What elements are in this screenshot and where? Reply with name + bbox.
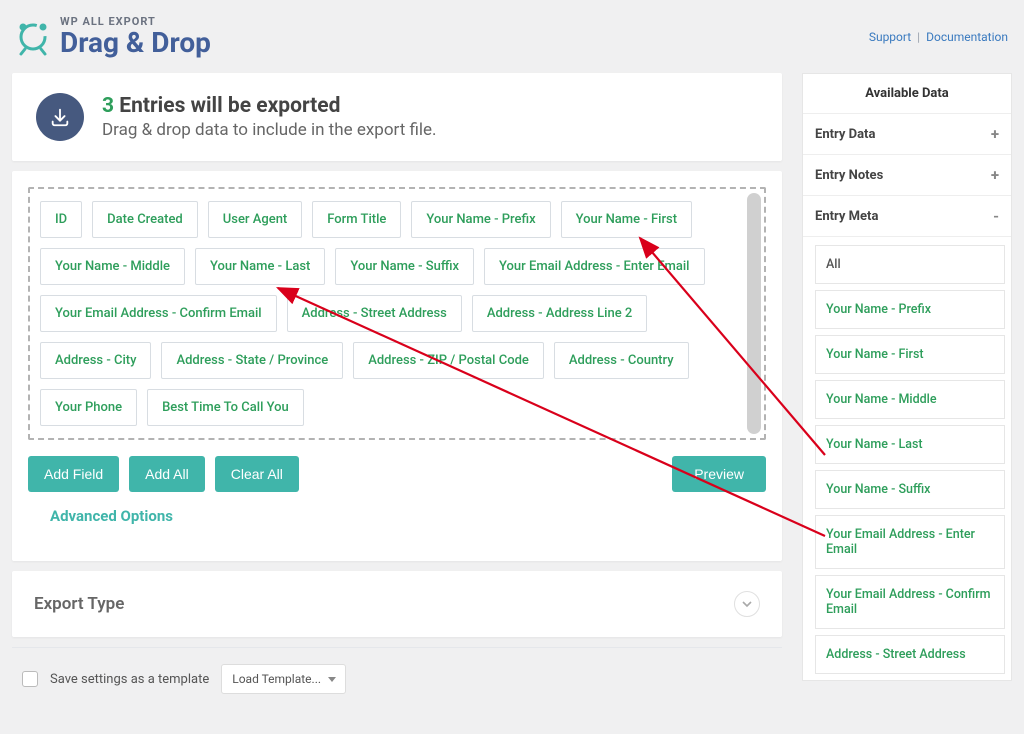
scrollbar[interactable] [747,193,761,434]
header-subtitle: Drag & drop data to include in the expor… [102,120,437,140]
top-links: Support | Documentation [869,30,1008,44]
load-template-select[interactable]: Load Template... [221,664,346,694]
field-chip[interactable]: Your Name - First [561,201,692,238]
drop-zone[interactable]: ID Date Created User AgentForm Title Your N… [28,187,766,440]
field-chip[interactable]: Your Name - Prefix [411,201,550,238]
field-chip[interactable]: Your Email Address - Enter Email [484,248,704,285]
top-bar: WP ALL EXPORT Drag & Drop Support | Docu… [0,0,1024,65]
available-field[interactable]: Your Name - Last [815,425,1005,464]
app-title: Drag & Drop [60,29,211,57]
available-field[interactable]: Your Name - Prefix [815,290,1005,329]
support-link[interactable]: Support [869,30,911,44]
field-chip[interactable]: Date Created [92,201,198,238]
field-chip[interactable]: Best Time To Call You [147,389,304,426]
add-all-button[interactable]: Add All [129,456,205,492]
chevron-down-icon[interactable] [734,591,760,617]
builder-panel: ID Date Created User AgentForm Title Your N… [12,171,782,561]
header-title: 3 Entries will be exported [102,94,437,118]
available-field[interactable]: Your Name - First [815,335,1005,374]
app-logo-icon [12,16,54,58]
field-chip[interactable]: Address - ZIP / Postal Code [353,342,544,379]
save-template-label: Save settings as a template [50,672,209,687]
field-chip[interactable]: Your Name - Middle [40,248,185,285]
export-type-label: Export Type [34,594,124,614]
preview-button[interactable]: Preview [672,456,766,492]
available-field[interactable]: Your Email Address - Confirm Email [815,575,1005,629]
field-chip[interactable]: Your Phone [40,389,137,426]
save-template-checkbox[interactable] [22,671,38,687]
field-chip[interactable]: Your Name - Last [195,248,325,285]
header-panel: 3 Entries will be exported Drag & drop d… [12,73,782,161]
available-field[interactable]: Your Name - Suffix [815,470,1005,509]
accordion-group[interactable]: Entry Notes+ [803,155,1011,196]
minus-icon: - [993,207,999,225]
plus-icon: + [991,125,999,143]
download-icon [36,93,84,141]
field-chip[interactable]: Your Name - Suffix [335,248,474,285]
clear-all-button[interactable]: Clear All [215,456,299,492]
save-settings-row: Save settings as a template Load Templat… [12,647,782,706]
add-field-button[interactable]: Add Field [28,456,119,492]
export-type-panel[interactable]: Export Type [12,571,782,637]
field-chip[interactable]: ID [40,201,82,238]
field-chip[interactable]: Address - City [40,342,151,379]
field-chip[interactable]: Form Title [312,201,401,238]
field-chip[interactable]: Address - State / Province [161,342,343,379]
field-chip[interactable]: Address - Country [554,342,689,379]
field-chip[interactable]: Address - Street Address [287,295,462,332]
field-chip[interactable]: User Agent [208,201,303,238]
available-data-title: Available Data [803,74,1011,114]
available-data-panel: Available Data Entry Data+Entry Notes+En… [802,73,1012,681]
advanced-options-toggle[interactable]: Advanced Options [50,507,173,525]
field-chip[interactable]: Address - Address Line 2 [472,295,647,332]
documentation-link[interactable]: Documentation [926,30,1008,44]
accordion-group[interactable]: Entry Meta- [803,196,1011,237]
field-chip[interactable]: Your Email Address - Confirm Email [40,295,277,332]
accordion-group[interactable]: Entry Data+ [803,114,1011,155]
available-field[interactable]: Your Name - Middle [815,380,1005,419]
plus-icon: + [991,166,999,184]
available-field[interactable]: Address - Street Address [815,635,1005,674]
available-field[interactable]: Your Email Address - Enter Email [815,515,1005,569]
available-field[interactable]: All [815,245,1005,284]
